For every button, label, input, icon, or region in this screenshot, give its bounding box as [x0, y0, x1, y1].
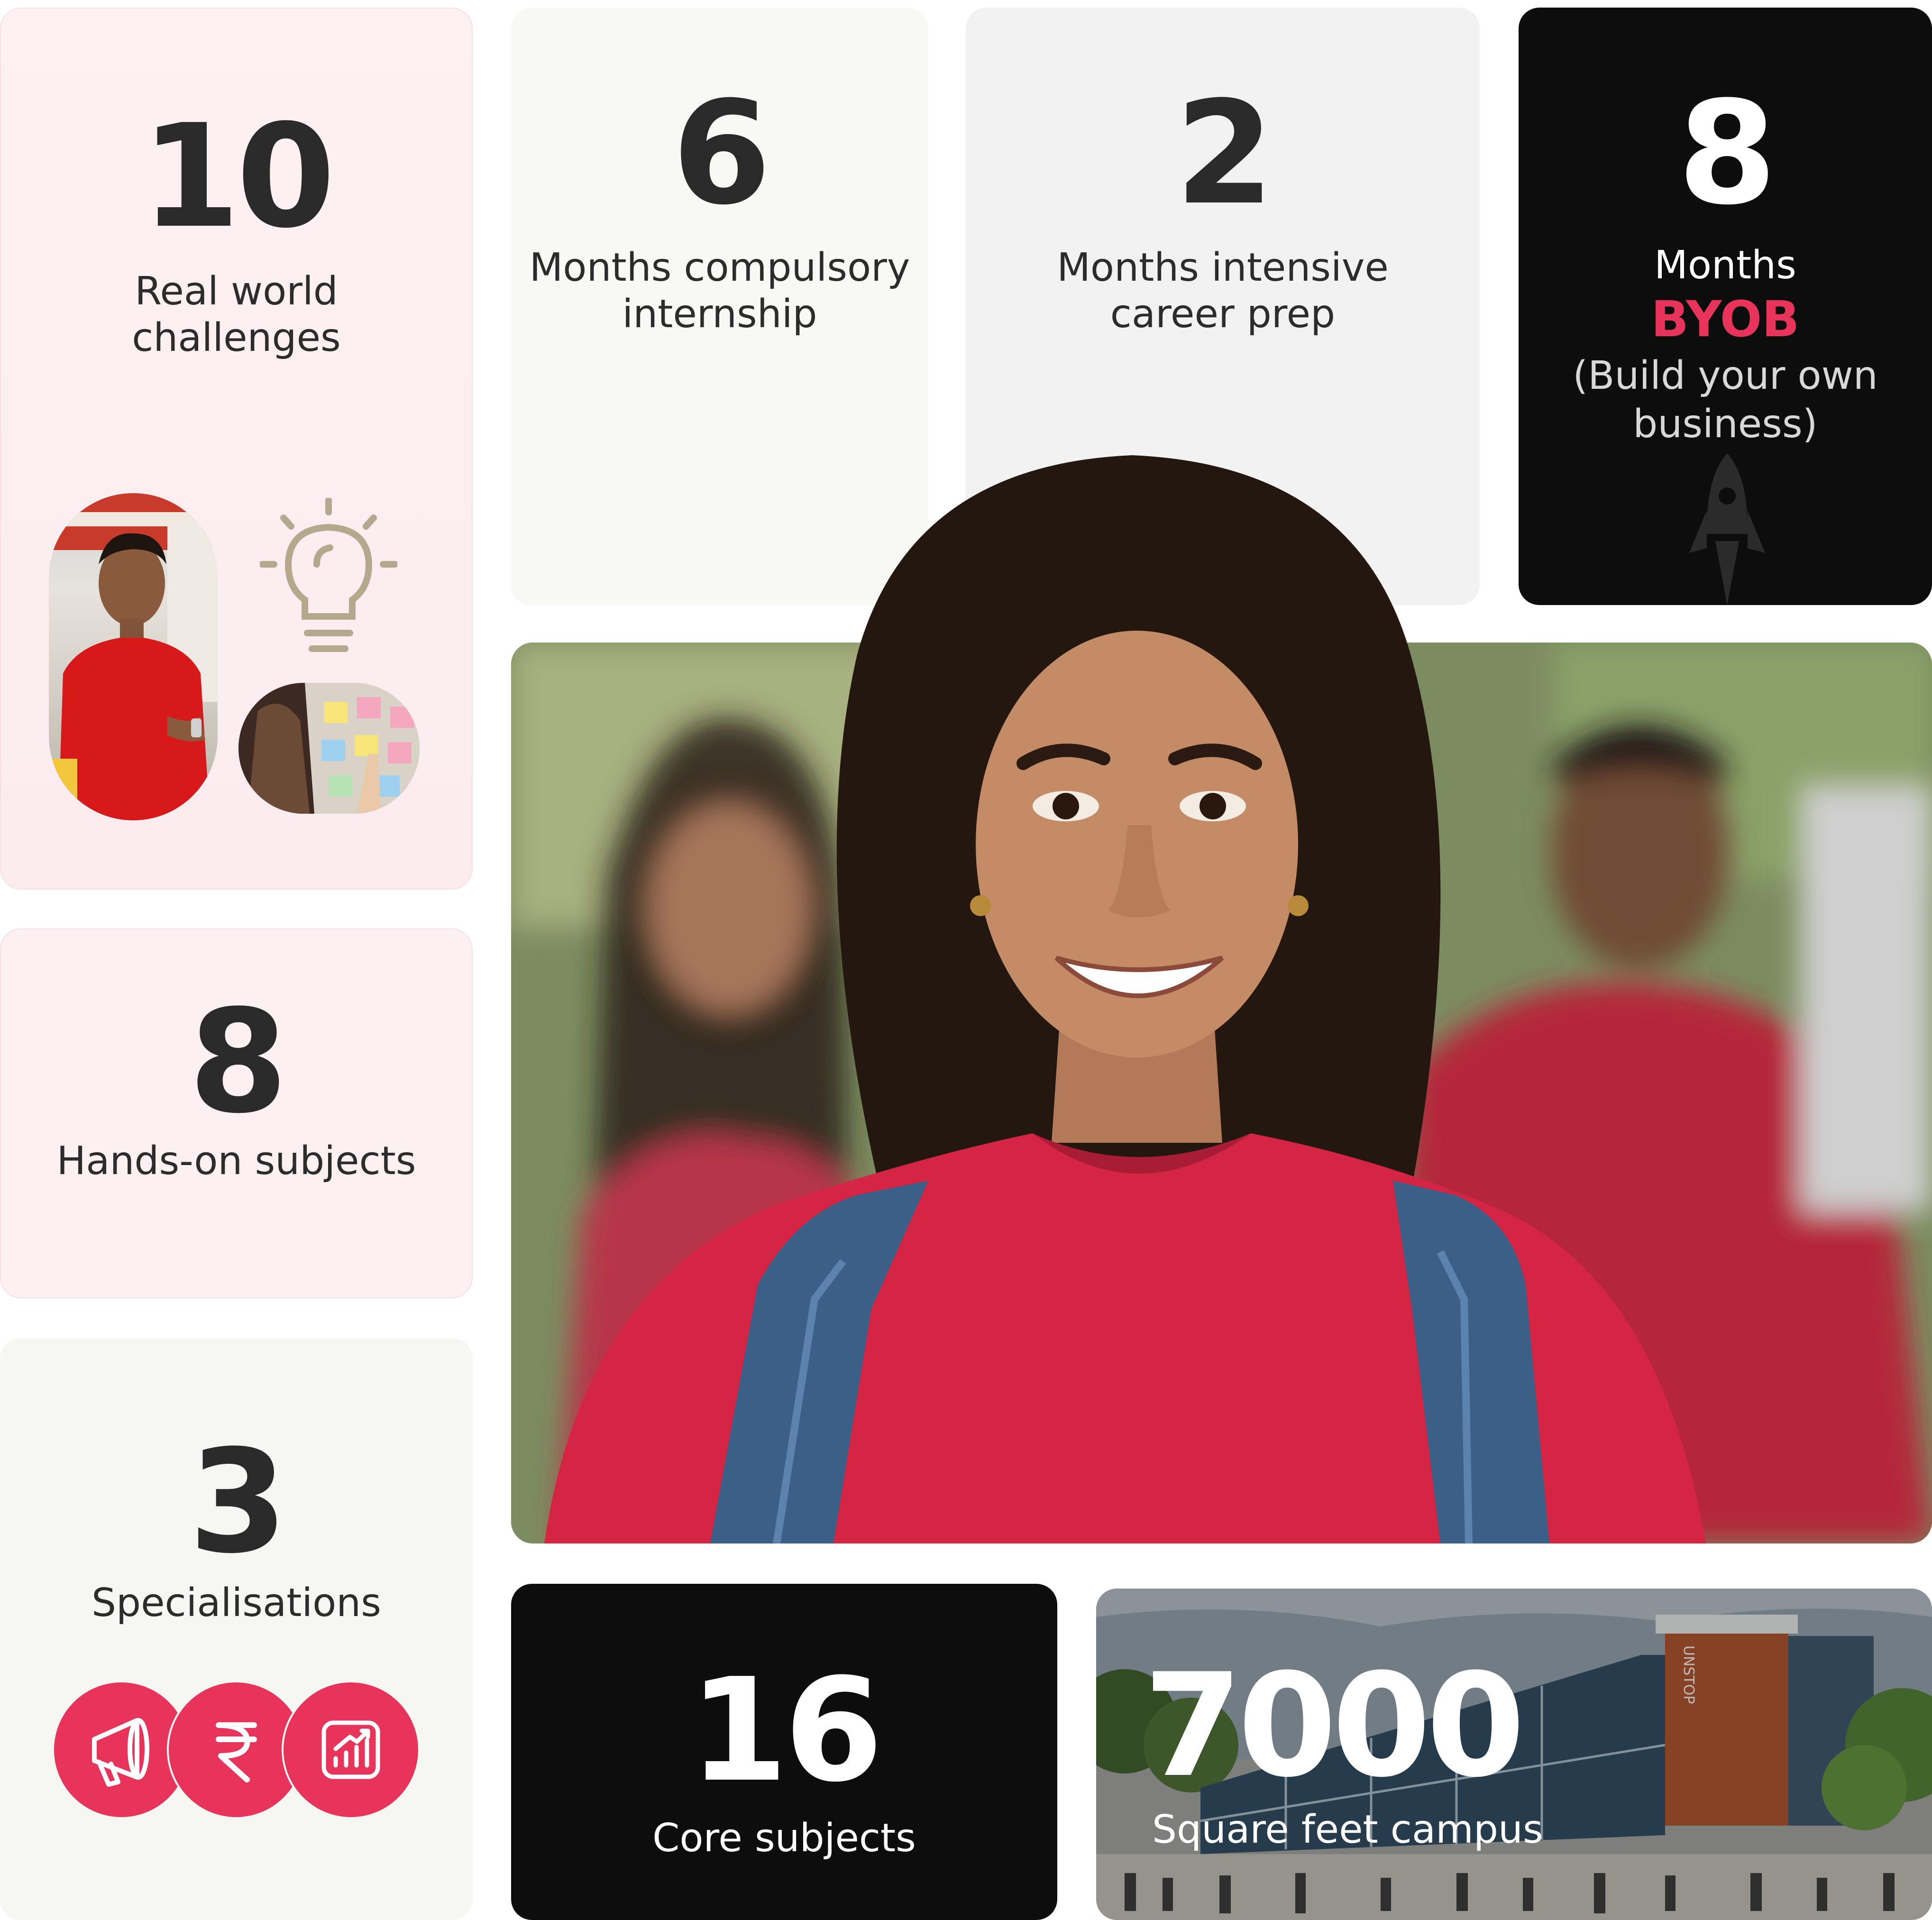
- core-subjects-card: 16 Core subjects: [511, 1584, 1057, 1920]
- core-label: Core subjects: [652, 1816, 916, 1861]
- specialisations-number: 3: [189, 1419, 288, 1585]
- core-number: 16: [689, 1648, 883, 1813]
- byob-highlight: BYOB: [1651, 290, 1800, 348]
- byob-number: 8: [1677, 71, 1777, 236]
- student-presenting-photo: [49, 493, 218, 820]
- growth-chart-icon: [321, 1720, 380, 1779]
- specialisations-label: Specialisations: [92, 1580, 381, 1626]
- challenges-card: 10 Real world challenges: [0, 8, 473, 890]
- analytics-circle: [282, 1681, 420, 1819]
- hands-on-card: 8 Hands-on subjects: [0, 928, 473, 1298]
- challenges-label-line1: Real world: [135, 269, 338, 314]
- career-prep-number: 2: [1175, 71, 1274, 236]
- lightbulb-icon: [259, 497, 398, 654]
- career-prep-label-line1: Months intensive: [1057, 245, 1389, 290]
- sticky-notes-photo: [238, 683, 420, 814]
- hands-on-label: Hands-on subjects: [56, 1139, 416, 1184]
- hands-on-number: 8: [189, 979, 288, 1145]
- campus-label: Square feet campus: [1152, 1807, 1543, 1852]
- challenges-label-line2: challenges: [132, 315, 341, 360]
- internship-label-line2: internship: [622, 292, 817, 337]
- challenges-number: 10: [141, 94, 335, 259]
- career-prep-label-line2: career prep: [1110, 292, 1336, 337]
- byob-label-line4: business): [1633, 402, 1818, 447]
- hero-student-photo: [511, 455, 1932, 1543]
- internship-label-line1: Months compulsory: [529, 245, 910, 290]
- byob-label-line3: (Build your own: [1573, 353, 1878, 398]
- specialisations-card: 3 Specialisations: [0, 1338, 473, 1920]
- internship-number: 6: [672, 71, 771, 236]
- byob-label-line1: Months: [1654, 243, 1796, 288]
- campus-card: UNSTOP 7000 Square feet campus: [1096, 1589, 1932, 1920]
- campus-number: 7000: [1144, 1643, 1525, 1809]
